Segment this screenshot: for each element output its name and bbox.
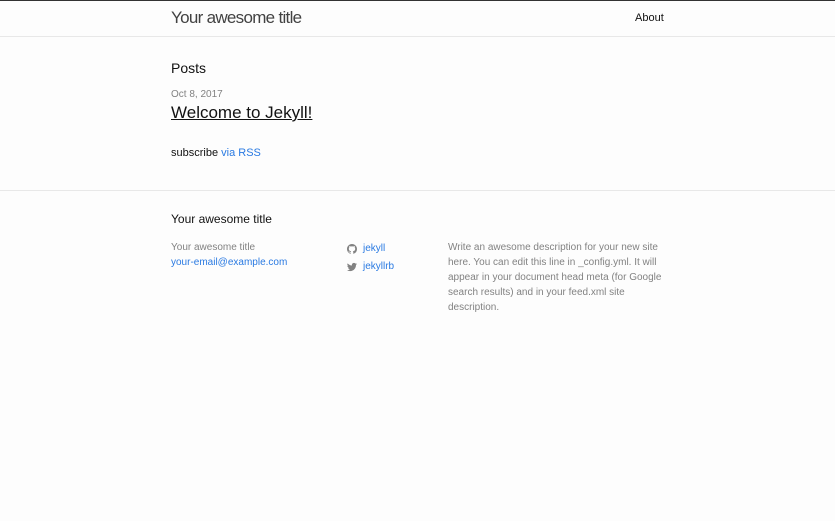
social-github[interactable]: jekyll xyxy=(347,240,394,258)
footer-email-link[interactable]: your-email@example.com xyxy=(171,257,287,268)
post-title-link[interactable]: Welcome to Jekyll! xyxy=(171,103,312,123)
rss-link[interactable]: via RSS xyxy=(221,147,261,159)
site-title-link[interactable]: Your awesome title xyxy=(171,8,302,28)
footer-social: jekyll jekyllrb xyxy=(347,240,394,276)
github-link[interactable]: jekyll xyxy=(363,240,385,258)
site-header: Your awesome title About xyxy=(0,0,835,37)
twitter-link[interactable]: jekyllrb xyxy=(363,258,394,276)
social-twitter[interactable]: jekyllrb xyxy=(347,258,394,276)
post-date: Oct 8, 2017 xyxy=(171,89,223,100)
nav-link-about[interactable]: About xyxy=(635,12,664,24)
footer-divider xyxy=(0,190,835,191)
rss-prefix: subscribe xyxy=(171,147,222,159)
footer-contact-name: Your awesome title xyxy=(171,242,256,253)
github-icon xyxy=(347,244,357,254)
footer-heading: Your awesome title xyxy=(171,212,272,226)
rss-subscribe: subscribe via RSS xyxy=(171,147,261,159)
posts-heading: Posts xyxy=(171,60,207,76)
footer-contact: Your awesome title your-email@example.co… xyxy=(171,240,287,270)
twitter-icon xyxy=(347,262,357,272)
site-description: Write an awesome description for your ne… xyxy=(448,242,662,313)
